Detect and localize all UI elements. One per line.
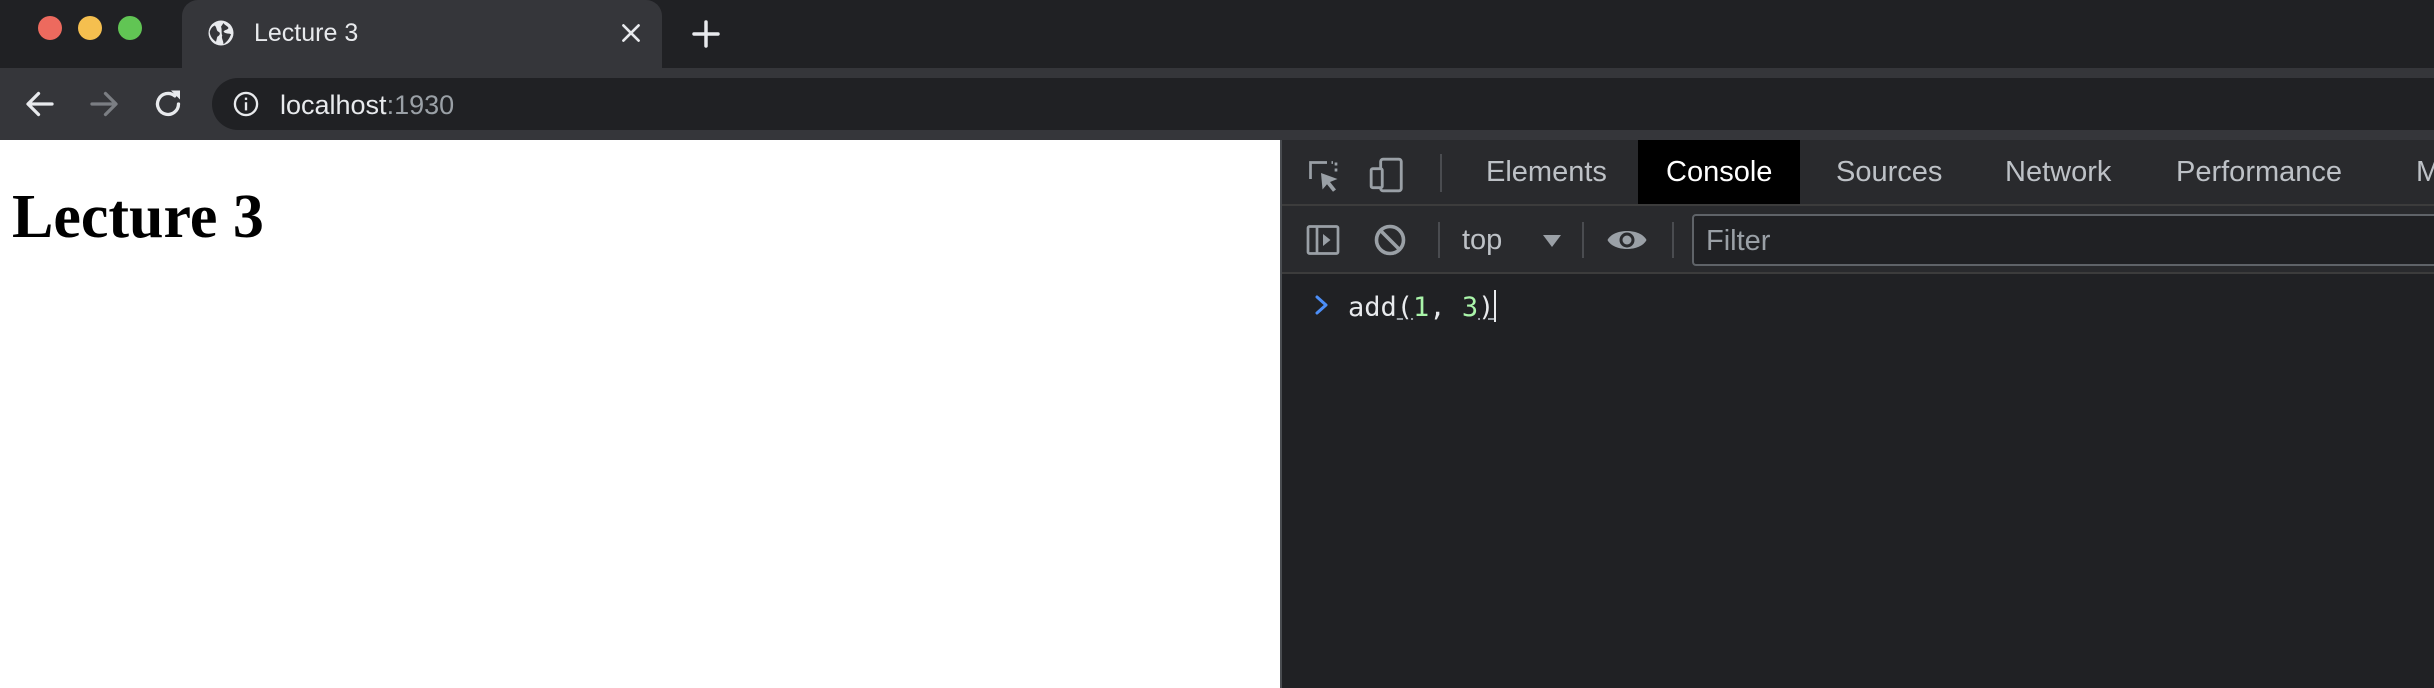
tab-performance[interactable]: Performance [2148, 140, 2370, 204]
console-input[interactable]: add(1, 3) [1348, 290, 1497, 325]
console-sidebar-icon[interactable] [1304, 222, 1342, 258]
token-comma: , [1429, 292, 1462, 323]
tab-sources[interactable]: Sources [1808, 140, 1970, 204]
token-number: 3 [1461, 292, 1479, 323]
eye-icon[interactable] [1606, 224, 1648, 256]
clear-console-icon[interactable] [1372, 222, 1408, 258]
toolbar-divider [1440, 154, 1442, 192]
browser-tab[interactable]: Lecture 3 [182, 0, 662, 68]
tab-console[interactable]: Console [1638, 140, 1801, 204]
console-output-area[interactable]: add(1, 3) [1282, 276, 2434, 688]
tab-elements[interactable]: Elements [1458, 140, 1635, 204]
tab-more-truncated[interactable]: M [2388, 140, 2434, 204]
maximize-window-button[interactable] [118, 16, 142, 40]
arrow-back-icon[interactable] [22, 86, 58, 122]
filter-placeholder: Filter [1706, 225, 1771, 257]
devtools-panel: Elements Console Sources Network Perform… [1280, 140, 2434, 688]
device-toolbar-icon[interactable] [1368, 156, 1406, 194]
context-selector[interactable]: top [1462, 222, 1502, 258]
minimize-window-button[interactable] [78, 16, 102, 40]
page-heading: Lecture 3 [12, 183, 264, 251]
page-content: Lecture 3 [0, 140, 1280, 688]
toolbar-divider [1672, 222, 1674, 258]
chevron-down-icon[interactable] [1542, 234, 1562, 248]
address-bar[interactable]: localhost:1930 [212, 78, 2434, 130]
info-icon[interactable] [232, 90, 260, 118]
toolbar-divider [1438, 222, 1440, 258]
url-port: :1930 [386, 90, 455, 120]
tab-strip: Lecture 3 [0, 0, 2434, 68]
inspect-element-icon[interactable] [1306, 158, 1342, 194]
plus-icon[interactable] [690, 18, 722, 50]
token-close-paren: ) [1478, 292, 1495, 323]
console-toolbar: top Filter [1282, 206, 2434, 274]
tab-network[interactable]: Network [1977, 140, 2139, 204]
token-open-paren: ( [1396, 292, 1414, 323]
token-function: add [1348, 292, 1397, 323]
globe-icon [208, 20, 234, 46]
url-host: localhost [280, 90, 387, 120]
text-caret [1494, 290, 1497, 322]
prompt-chevron-icon [1315, 295, 1328, 315]
token-number: 1 [1413, 292, 1430, 323]
devtools-tab-bar: Elements Console Sources Network Perform… [1282, 140, 2434, 206]
close-window-button[interactable] [38, 16, 62, 40]
arrow-forward-icon[interactable] [86, 86, 122, 122]
url-text[interactable]: localhost:1930 [280, 90, 454, 120]
toolbar-divider [1582, 222, 1584, 258]
reload-icon[interactable] [150, 86, 186, 122]
tab-title: Lecture 3 [254, 19, 359, 47]
close-icon[interactable] [618, 20, 644, 46]
browser-toolbar: localhost:1930 [0, 68, 2434, 140]
filter-input[interactable]: Filter [1692, 214, 2434, 266]
